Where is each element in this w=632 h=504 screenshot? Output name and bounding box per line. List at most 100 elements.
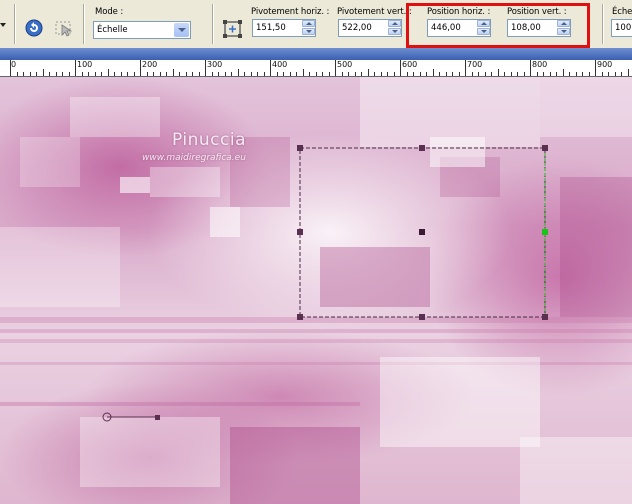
ruler-tick (263, 72, 265, 76)
pivot-h-spinner[interactable] (302, 20, 315, 36)
ruler-tick (36, 72, 37, 76)
pivot-v-field[interactable]: 522,00 (338, 19, 402, 37)
toolbar-separator (83, 4, 85, 44)
ruler-tick (289, 72, 291, 76)
ruler-tick (296, 72, 297, 76)
ruler-tick (465, 60, 466, 76)
ruler-tick (107, 69, 109, 76)
ruler-tick (276, 72, 278, 76)
ruler-tick (361, 72, 362, 76)
pivot-v-spinner[interactable] (388, 20, 401, 36)
ruler-tick (504, 72, 505, 76)
ruler-tick (315, 72, 317, 76)
pivot-h-field[interactable]: 151,50 (252, 19, 316, 37)
ruler-label: 200 (142, 60, 158, 69)
toolbar-separator (602, 4, 604, 44)
ruler-tick (627, 69, 629, 76)
ruler-tick (484, 72, 486, 76)
ruler-tick (380, 72, 382, 76)
ruler-tick (127, 72, 128, 76)
pointer-icon[interactable] (54, 18, 74, 38)
ruler-label: 500 (337, 60, 353, 69)
ruler-tick (497, 69, 499, 76)
handle-bottom-right[interactable] (542, 314, 548, 320)
handle-middle-left[interactable] (297, 229, 303, 235)
ruler-tick (517, 72, 518, 76)
ruler-tick (445, 72, 447, 76)
ruler-tick (211, 72, 213, 76)
ruler-tick (530, 60, 531, 76)
ruler-tick (614, 72, 616, 76)
highlight-box (406, 3, 590, 48)
document-tab-strip (0, 48, 632, 60)
ruler-tick (348, 72, 349, 76)
scale-value: 100 (615, 23, 632, 33)
chevron-down-icon[interactable] (174, 23, 189, 37)
ruler-label: 300 (207, 60, 223, 69)
pivot-v-label: Pivotement vert. : (337, 7, 412, 17)
handle-middle-right[interactable] (542, 229, 548, 235)
handle-top-middle[interactable] (419, 145, 425, 151)
pivot-handle (155, 415, 160, 420)
selection-overlay (102, 147, 546, 422)
undo-icon[interactable] (24, 18, 44, 38)
ruler-tick (439, 72, 440, 76)
ruler-tick (120, 72, 122, 76)
ruler-tick (283, 72, 284, 76)
ruler-tick (419, 72, 421, 76)
dropdown-arrow-icon[interactable] (0, 20, 8, 30)
ruler-label: 400 (272, 60, 288, 69)
ruler-tick (575, 72, 577, 76)
ruler-tick (244, 72, 245, 76)
ruler-tick (354, 72, 356, 76)
ruler-tick (302, 69, 304, 76)
ruler-tick (400, 60, 401, 76)
ruler-tick (478, 72, 479, 76)
ruler-tick (406, 72, 408, 76)
ruler-tick (218, 72, 219, 76)
ruler-label: 0 (11, 60, 17, 69)
handle-top-right[interactable] (542, 145, 548, 151)
ruler-label: 900 (597, 60, 613, 69)
ruler-tick (335, 60, 336, 76)
ruler-tick (153, 72, 154, 76)
ruler-tick (88, 72, 89, 76)
ruler-tick (393, 72, 395, 76)
ruler-tick (16, 72, 18, 76)
ruler-tick (510, 72, 512, 76)
ruler-tick (608, 72, 609, 76)
scale-field[interactable]: 100 (611, 19, 632, 37)
toolbar-separator (14, 4, 16, 44)
ruler-tick (543, 72, 544, 76)
ruler-tick (49, 72, 50, 76)
ruler-tick (491, 72, 492, 76)
ruler-tick (192, 72, 193, 76)
ruler-tick (413, 72, 414, 76)
handle-top-left[interactable] (297, 145, 303, 151)
handle-bottom-middle[interactable] (419, 314, 425, 320)
ruler-tick (250, 72, 252, 76)
ruler-tick (159, 72, 161, 76)
ruler-tick (374, 72, 375, 76)
ruler-tick (387, 72, 388, 76)
ruler-label: 800 (532, 60, 548, 69)
ruler-tick (29, 72, 31, 76)
handle-bottom-left[interactable] (297, 314, 303, 320)
ruler-tick (114, 72, 115, 76)
ruler-tick (172, 69, 174, 76)
mode-select-value: Échelle (97, 25, 128, 35)
ruler-tick (146, 72, 148, 76)
horizontal-ruler: 0 100 200 300 400 500 600 700 800 900 (0, 60, 632, 77)
ruler-label: 100 (77, 60, 93, 69)
ruler-tick (621, 72, 622, 76)
ruler-tick (101, 72, 102, 76)
handle-center[interactable] (419, 229, 425, 235)
ruler-tick (140, 60, 141, 76)
pivot-icon[interactable] (222, 19, 244, 39)
mode-select[interactable]: Échelle (93, 21, 191, 39)
scale-label: Éche (612, 7, 632, 17)
ruler-tick (81, 72, 83, 76)
ruler-tick (601, 72, 603, 76)
toolbar-separator (212, 4, 214, 44)
image-canvas[interactable]: Pinuccia www.maidiregrafica.eu (0, 77, 632, 504)
